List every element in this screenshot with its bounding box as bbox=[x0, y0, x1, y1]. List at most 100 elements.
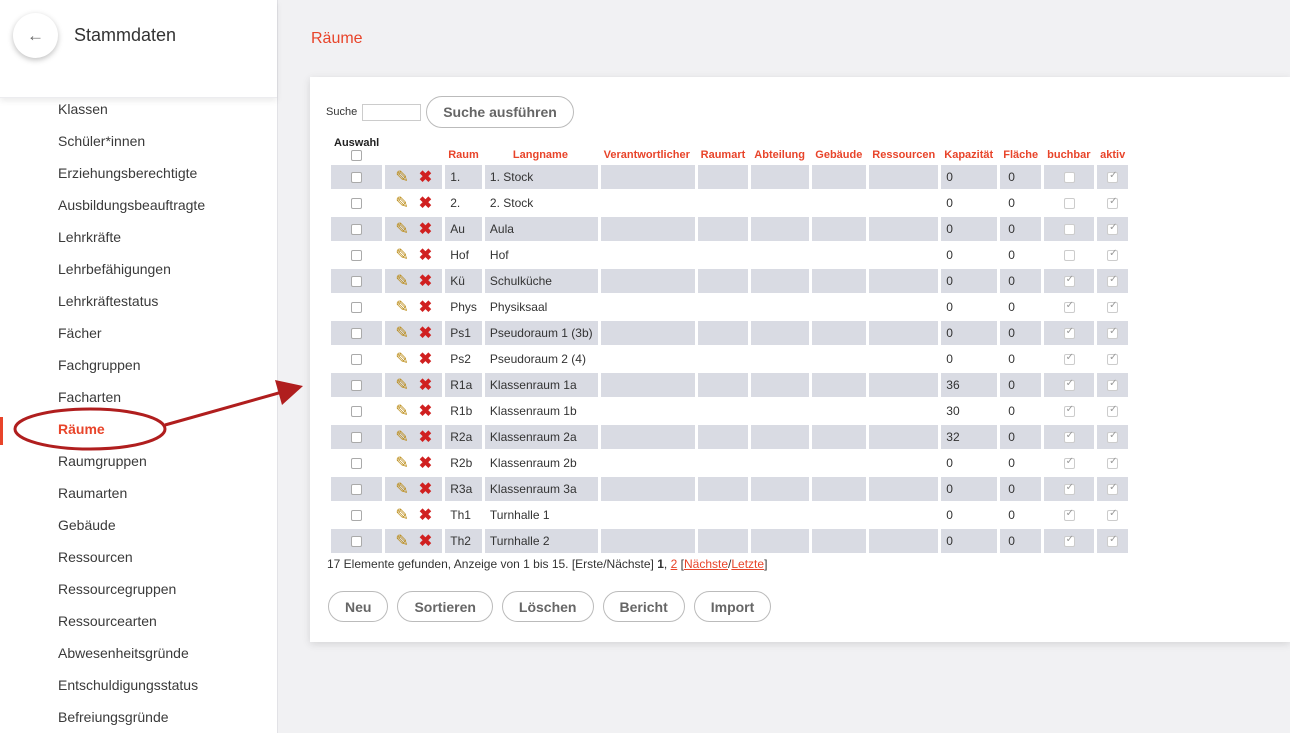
pencil-icon[interactable]: ✎ bbox=[395, 299, 408, 316]
delete-x-icon[interactable]: ✖ bbox=[419, 533, 432, 550]
search-button[interactable]: Suche ausführen bbox=[426, 96, 574, 128]
table-row[interactable]: ✎ ✖ R2a Klassenraum 2a 32 0 bbox=[331, 425, 1129, 449]
row-select-checkbox[interactable] bbox=[351, 432, 363, 444]
sidebar-item[interactable]: Ressourcearten bbox=[0, 607, 277, 639]
sidebar-item[interactable]: Fächer bbox=[0, 319, 277, 351]
pencil-icon[interactable]: ✎ bbox=[395, 273, 408, 290]
table-row[interactable]: ✎ ✖ Ps2 Pseudoraum 2 (4) 0 0 bbox=[331, 347, 1129, 371]
delete-x-icon[interactable]: ✖ bbox=[419, 299, 432, 316]
table-row[interactable]: ✎ ✖ Ps1 Pseudoraum 1 (3b) 0 0 bbox=[331, 321, 1129, 345]
delete-x-icon[interactable]: ✖ bbox=[419, 247, 432, 264]
last-page-link[interactable]: Letzte bbox=[731, 557, 764, 571]
table-row[interactable]: ✎ ✖ Th1 Turnhalle 100 bbox=[331, 503, 1129, 527]
delete-x-icon[interactable]: ✖ bbox=[419, 221, 432, 238]
table-row[interactable]: ✎ ✖ R2b Klassenraum 2b 0 0 bbox=[331, 451, 1129, 475]
table-row[interactable]: ✎ ✖ Kü Schulküche 0 0 bbox=[331, 269, 1129, 293]
row-select-checkbox[interactable] bbox=[351, 458, 363, 470]
sidebar-item[interactable]: Fachgruppen bbox=[0, 351, 277, 383]
row-select-checkbox[interactable] bbox=[351, 536, 363, 548]
row-select-checkbox[interactable] bbox=[351, 302, 363, 314]
pencil-icon[interactable]: ✎ bbox=[395, 481, 408, 498]
delete-x-icon[interactable]: ✖ bbox=[419, 169, 432, 186]
row-select-checkbox[interactable] bbox=[351, 406, 363, 418]
sidebar-item[interactable]: Lehrkräfte bbox=[0, 223, 277, 255]
next-page-link[interactable]: Nächste bbox=[684, 557, 728, 571]
sidebar-item[interactable]: Abwesenheitsgründe bbox=[0, 639, 277, 671]
col-ressourcen[interactable]: Ressourcen bbox=[869, 135, 938, 163]
table-row[interactable]: ✎ ✖ R1b Klassenraum 1b 30 0 bbox=[331, 399, 1129, 423]
sidebar-item[interactable]: Schüler*innen bbox=[0, 127, 277, 159]
sidebar-item[interactable]: Ausbildungsbeauftragte bbox=[0, 191, 277, 223]
back-button[interactable]: ← bbox=[13, 13, 58, 58]
pencil-icon[interactable]: ✎ bbox=[395, 247, 408, 264]
sidebar-item[interactable]: Lehrkräftestatus bbox=[0, 287, 277, 319]
pencil-icon[interactable]: ✎ bbox=[395, 455, 408, 472]
delete-x-icon[interactable]: ✖ bbox=[419, 351, 432, 368]
delete-x-icon[interactable]: ✖ bbox=[419, 507, 432, 524]
col-gebaeude[interactable]: Gebäude bbox=[812, 135, 866, 163]
delete-x-icon[interactable]: ✖ bbox=[419, 403, 432, 420]
sidebar-item[interactable]: Facharten bbox=[0, 383, 277, 415]
pencil-icon[interactable]: ✎ bbox=[395, 325, 408, 342]
pencil-icon[interactable]: ✎ bbox=[395, 221, 408, 238]
col-verantwortlicher[interactable]: Verantwortlicher bbox=[601, 135, 695, 163]
table-row[interactable]: ✎ ✖ R3a Klassenraum 3a 0 0 bbox=[331, 477, 1129, 501]
pencil-icon[interactable]: ✎ bbox=[395, 169, 408, 186]
table-row[interactable]: ✎ ✖ Au Aula 0 0 bbox=[331, 217, 1129, 241]
row-select-checkbox[interactable] bbox=[351, 198, 363, 210]
pencil-icon[interactable]: ✎ bbox=[395, 403, 408, 420]
table-row[interactable]: ✎ ✖ 2. 2. Stock 0 0 bbox=[331, 191, 1129, 215]
sidebar-item[interactable]: Ressourcen bbox=[0, 543, 277, 575]
sidebar-item[interactable]: Befreiungsgründe bbox=[0, 703, 277, 733]
row-select-checkbox[interactable] bbox=[351, 250, 363, 262]
table-row[interactable]: ✎ ✖ Hof Hof 0 0 bbox=[331, 243, 1129, 267]
col-raumart[interactable]: Raumart bbox=[698, 135, 749, 163]
col-buchbar[interactable]: buchbar bbox=[1044, 135, 1094, 163]
table-row[interactable]: ✎ ✖ Phys Physiksaal 0 0 bbox=[331, 295, 1129, 319]
report-button[interactable]: Bericht bbox=[602, 591, 685, 622]
sidebar-item[interactable]: Klassen bbox=[0, 95, 277, 127]
sidebar-item[interactable]: Lehrbefähigungen bbox=[0, 255, 277, 287]
sort-button[interactable]: Sortieren bbox=[397, 591, 493, 622]
row-select-checkbox[interactable] bbox=[351, 276, 363, 288]
pencil-icon[interactable]: ✎ bbox=[395, 377, 408, 394]
col-abteilung[interactable]: Abteilung bbox=[751, 135, 809, 163]
col-flaeche[interactable]: Fläche bbox=[1000, 135, 1041, 163]
row-select-checkbox[interactable] bbox=[351, 484, 363, 496]
pencil-icon[interactable]: ✎ bbox=[395, 195, 408, 212]
new-button[interactable]: Neu bbox=[328, 591, 389, 622]
col-kapazitaet[interactable]: Kapazität bbox=[941, 135, 997, 163]
sidebar-item[interactable]: Gebäude bbox=[0, 511, 277, 543]
sidebar-item[interactable]: Entschuldigungsstatus bbox=[0, 671, 277, 703]
table-row[interactable]: ✎ ✖ R1a Klassenraum 1a 36 0 bbox=[331, 373, 1129, 397]
delete-x-icon[interactable]: ✖ bbox=[419, 481, 432, 498]
sidebar-item[interactable]: Räume bbox=[0, 415, 277, 447]
delete-x-icon[interactable]: ✖ bbox=[419, 325, 432, 342]
sidebar-item[interactable]: Ressourcegruppen bbox=[0, 575, 277, 607]
sidebar-item[interactable]: Raumarten bbox=[0, 479, 277, 511]
row-select-checkbox[interactable] bbox=[351, 224, 363, 236]
select-all-checkbox[interactable] bbox=[351, 149, 363, 161]
pencil-icon[interactable]: ✎ bbox=[395, 533, 408, 550]
delete-x-icon[interactable]: ✖ bbox=[419, 273, 432, 290]
pencil-icon[interactable]: ✎ bbox=[395, 429, 408, 446]
pencil-icon[interactable]: ✎ bbox=[395, 351, 408, 368]
page-2-link[interactable]: 2 bbox=[671, 557, 678, 571]
delete-x-icon[interactable]: ✖ bbox=[419, 195, 432, 212]
col-langname[interactable]: Langname bbox=[485, 135, 598, 163]
col-raum[interactable]: Raum bbox=[445, 135, 482, 163]
row-select-checkbox[interactable] bbox=[351, 172, 363, 184]
delete-x-icon[interactable]: ✖ bbox=[419, 377, 432, 394]
delete-button[interactable]: Löschen bbox=[501, 591, 594, 622]
search-input[interactable] bbox=[362, 103, 422, 121]
import-button[interactable]: Import bbox=[693, 591, 772, 622]
col-aktiv[interactable]: aktiv bbox=[1097, 135, 1128, 163]
row-select-checkbox[interactable] bbox=[351, 328, 363, 340]
row-select-checkbox[interactable] bbox=[351, 510, 363, 522]
table-row[interactable]: ✎ ✖ 1. 1. Stock 0 0 bbox=[331, 165, 1129, 189]
row-select-checkbox[interactable] bbox=[351, 354, 363, 366]
row-select-checkbox[interactable] bbox=[351, 380, 363, 392]
delete-x-icon[interactable]: ✖ bbox=[419, 429, 432, 446]
pencil-icon[interactable]: ✎ bbox=[395, 507, 408, 524]
sidebar-item[interactable]: Erziehungsberechtigte bbox=[0, 159, 277, 191]
